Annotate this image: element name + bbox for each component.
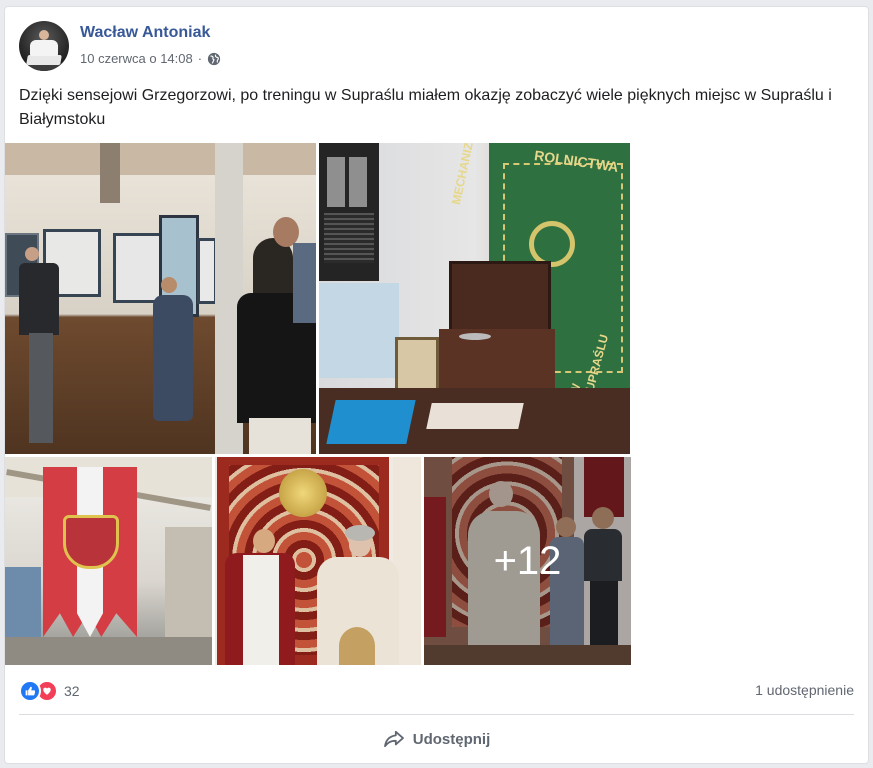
meta-separator: ·	[197, 51, 203, 66]
share-button-label: Udostępnij	[412, 730, 491, 748]
share-button[interactable]: Udostępnij	[19, 719, 854, 759]
photo-more-overlay[interactable]: +12	[424, 457, 631, 665]
reactions-summary[interactable]: 32	[19, 680, 80, 702]
photo-gallery: ROLNICTWA MECHANIZACJI W SUPRAŚLU	[5, 143, 631, 665]
photo-costumed-mannequins[interactable]	[215, 457, 421, 665]
avatar-figure-body	[30, 40, 58, 56]
post-timestamp[interactable]: 10 czerwca o 14:08	[80, 51, 193, 66]
banner-text-left: MECHANIZACJI	[449, 143, 482, 206]
photo-exhibition-room[interactable]	[5, 143, 316, 454]
shares-count[interactable]: 1 udostępnienie	[755, 682, 854, 698]
post-meta: 10 czerwca o 14:08 ·	[80, 51, 221, 66]
like-icon	[19, 680, 41, 702]
avatar[interactable]	[19, 21, 69, 71]
post-card: Wacław Antoniak 10 czerwca o 14:08 · Dzi…	[4, 6, 869, 764]
share-arrow-icon	[383, 730, 404, 748]
post-text: Dzięki sensejowi Grzegorzowi, po trening…	[19, 87, 832, 128]
avatar-figure-head	[39, 30, 49, 40]
more-photos-count[interactable]: +12	[424, 457, 631, 665]
photo-gramophone-banner[interactable]: ROLNICTWA MECHANIZACJI W SUPRAŚLU	[319, 143, 630, 454]
author-name[interactable]: Wacław Antoniak	[80, 24, 210, 42]
avatar-figure-legs	[26, 55, 62, 65]
globe-icon[interactable]	[207, 52, 221, 66]
photo-heraldic-banner[interactable]	[5, 457, 212, 665]
action-divider	[19, 714, 854, 715]
reactions-count[interactable]: 32	[64, 683, 80, 699]
